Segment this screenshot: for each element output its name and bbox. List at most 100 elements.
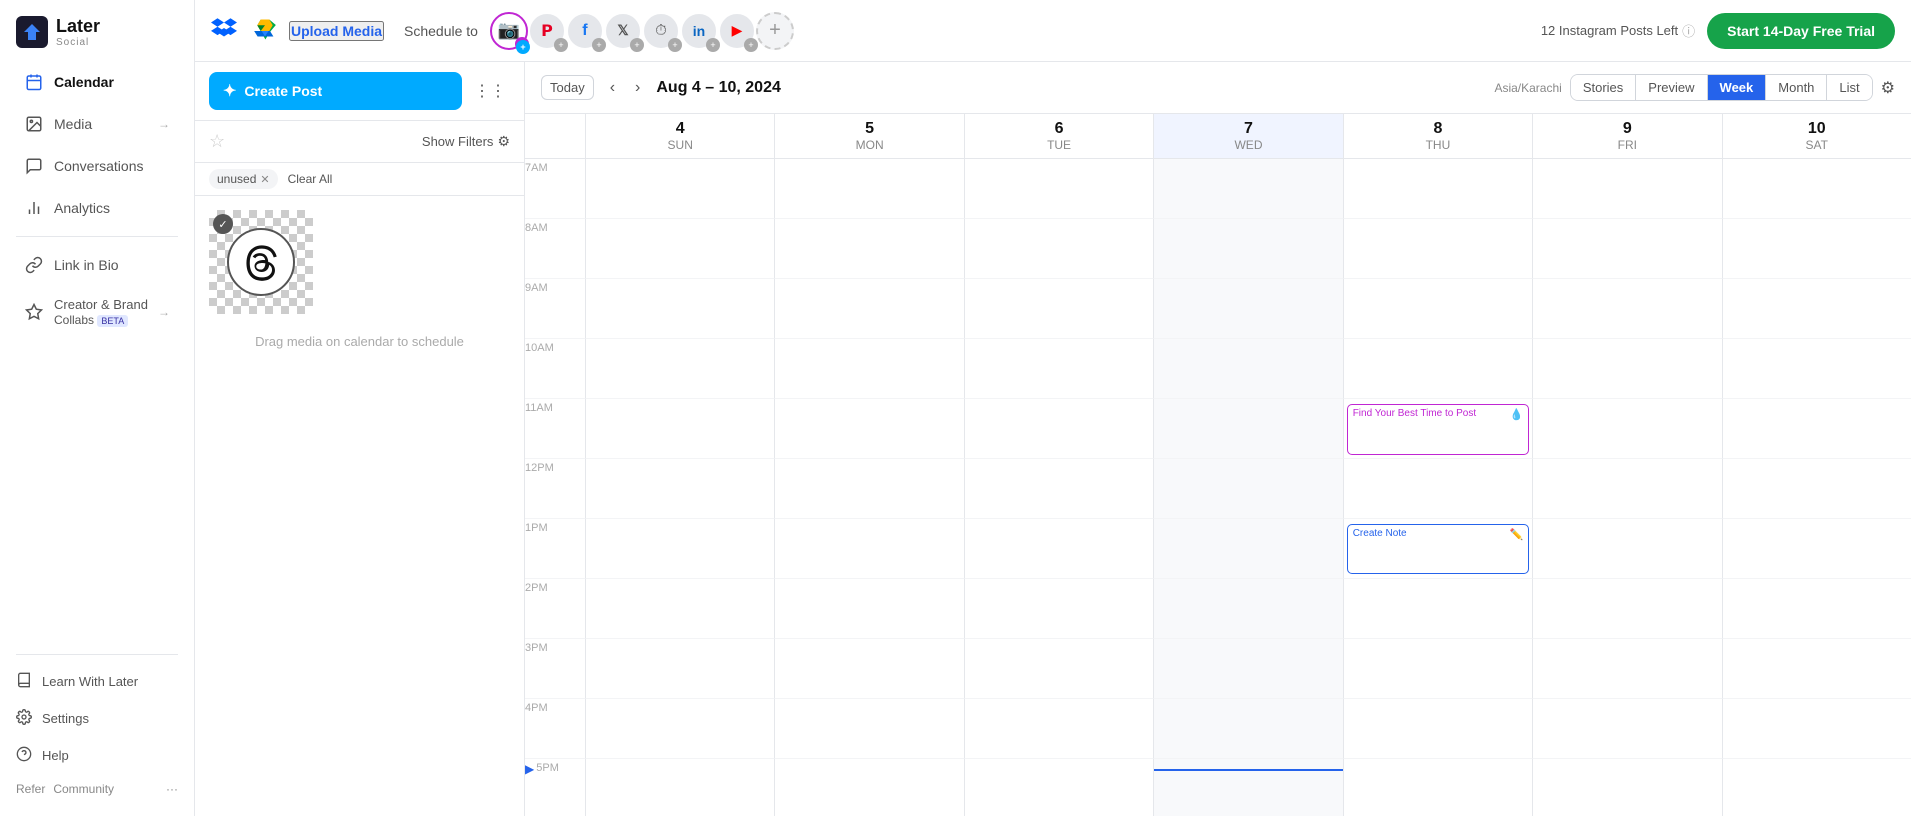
- sidebar-item-calendar[interactable]: Calendar: [8, 62, 186, 102]
- community-link[interactable]: Community: [53, 782, 114, 796]
- day-cell[interactable]: [1722, 279, 1911, 339]
- sidebar-item-learn[interactable]: Learn With Later: [0, 663, 194, 700]
- day-cell[interactable]: [1722, 639, 1911, 699]
- day-cell[interactable]: [964, 759, 1153, 816]
- day-cell[interactable]: [774, 339, 963, 399]
- today-button[interactable]: Today: [541, 75, 594, 100]
- next-week-button[interactable]: ›: [631, 77, 644, 99]
- day-cell[interactable]: [1153, 699, 1342, 759]
- day-cell[interactable]: [964, 339, 1153, 399]
- day-cell[interactable]: [1153, 519, 1342, 579]
- upload-media-button[interactable]: Upload Media: [289, 21, 384, 41]
- day-cell[interactable]: [1343, 639, 1532, 699]
- day-cell[interactable]: [1532, 639, 1721, 699]
- day-cell[interactable]: [1343, 339, 1532, 399]
- day-cell[interactable]: [1153, 639, 1342, 699]
- day-cell[interactable]: [585, 639, 774, 699]
- day-cell[interactable]: [1532, 579, 1721, 639]
- youtube-account[interactable]: ▶ +: [718, 12, 756, 50]
- day-cell[interactable]: [585, 399, 774, 459]
- day-cell[interactable]: [1343, 459, 1532, 519]
- day-cell[interactable]: [1153, 279, 1342, 339]
- twitter-account[interactable]: 𝕏 +: [604, 12, 642, 50]
- google-drive-icon[interactable]: [253, 16, 277, 45]
- day-cell[interactable]: [1343, 759, 1532, 816]
- day-cell[interactable]: [964, 519, 1153, 579]
- pinterest-account[interactable]: 𝗣 +: [528, 12, 566, 50]
- day-cell[interactable]: [1153, 399, 1342, 459]
- list-item[interactable]: ✓: [209, 210, 510, 314]
- sidebar-item-help[interactable]: Help: [0, 737, 194, 774]
- linkedin-account[interactable]: in +: [680, 12, 718, 50]
- day-cell[interactable]: [964, 159, 1153, 219]
- tab-month[interactable]: Month: [1766, 75, 1827, 100]
- day-cell[interactable]: [1343, 279, 1532, 339]
- day-cell[interactable]: [1532, 219, 1721, 279]
- day-cell[interactable]: [1722, 459, 1911, 519]
- day-cell[interactable]: [1153, 459, 1342, 519]
- day-cell[interactable]: [964, 459, 1153, 519]
- day-cell[interactable]: [585, 279, 774, 339]
- day-cell[interactable]: [774, 759, 963, 816]
- show-filters-button[interactable]: Show Filters ⚙: [422, 133, 510, 150]
- tab-stories[interactable]: Stories: [1571, 75, 1636, 100]
- day-cell[interactable]: 💧Find Your Best Time to Post: [1343, 399, 1532, 459]
- day-cell[interactable]: [774, 639, 963, 699]
- day-cell[interactable]: [1343, 219, 1532, 279]
- sidebar-item-media[interactable]: Media →: [8, 104, 186, 144]
- day-cell[interactable]: [1722, 339, 1911, 399]
- day-cell[interactable]: [1722, 159, 1911, 219]
- day-cell[interactable]: [964, 219, 1153, 279]
- instagram-account[interactable]: 📷 ✓ +: [490, 12, 528, 50]
- day-cell[interactable]: [1343, 159, 1532, 219]
- best-time-event[interactable]: 💧Find Your Best Time to Post: [1347, 404, 1529, 455]
- day-cell[interactable]: [774, 219, 963, 279]
- remove-filter-button[interactable]: ✕: [260, 173, 269, 186]
- tab-week[interactable]: Week: [1708, 75, 1767, 100]
- calendar-settings-icon[interactable]: ⚙: [1881, 78, 1895, 98]
- refer-link[interactable]: Refer: [16, 782, 45, 796]
- day-cell[interactable]: [964, 279, 1153, 339]
- day-cell[interactable]: [774, 699, 963, 759]
- day-cell[interactable]: [1153, 759, 1342, 816]
- day-cell[interactable]: [585, 699, 774, 759]
- day-cell[interactable]: [585, 219, 774, 279]
- day-cell[interactable]: [1532, 459, 1721, 519]
- day-cell[interactable]: [1532, 699, 1721, 759]
- tab-preview[interactable]: Preview: [1636, 75, 1707, 100]
- day-cell[interactable]: ✏️Create Note: [1343, 519, 1532, 579]
- create-note-event[interactable]: ✏️Create Note: [1347, 524, 1529, 574]
- dropbox-icon[interactable]: [211, 15, 237, 46]
- tiktok-account[interactable]: ⏱ +: [642, 12, 680, 50]
- day-cell[interactable]: [585, 759, 774, 816]
- day-cell[interactable]: [1153, 579, 1342, 639]
- day-cell[interactable]: [1722, 699, 1911, 759]
- day-cell[interactable]: [1532, 519, 1721, 579]
- sidebar-item-analytics[interactable]: Analytics: [8, 188, 186, 228]
- sidebar-item-conversations[interactable]: Conversations: [8, 146, 186, 186]
- day-cell[interactable]: [585, 519, 774, 579]
- trial-button[interactable]: Start 14-Day Free Trial: [1707, 13, 1895, 49]
- day-cell[interactable]: [964, 699, 1153, 759]
- more-icon[interactable]: ···: [166, 782, 178, 796]
- day-cell[interactable]: [1532, 399, 1721, 459]
- day-cell[interactable]: [585, 459, 774, 519]
- create-post-button[interactable]: ✦ Create Post: [209, 72, 462, 110]
- day-cell[interactable]: [1153, 339, 1342, 399]
- star-icon[interactable]: ☆: [209, 131, 225, 152]
- day-cell[interactable]: [774, 459, 963, 519]
- day-cell[interactable]: [1532, 759, 1721, 816]
- day-cell[interactable]: [1722, 519, 1911, 579]
- day-cell[interactable]: [585, 579, 774, 639]
- day-cell[interactable]: [585, 339, 774, 399]
- day-cell[interactable]: [774, 579, 963, 639]
- day-cell[interactable]: [774, 159, 963, 219]
- add-account-button[interactable]: +: [756, 12, 794, 50]
- grid-icon[interactable]: ⋮⋮: [470, 77, 510, 105]
- day-cell[interactable]: [964, 579, 1153, 639]
- day-cell[interactable]: [1153, 219, 1342, 279]
- facebook-account[interactable]: f +: [566, 12, 604, 50]
- day-cell[interactable]: [585, 159, 774, 219]
- sidebar-item-link-in-bio[interactable]: Link in Bio: [8, 245, 186, 285]
- day-cell[interactable]: [1343, 699, 1532, 759]
